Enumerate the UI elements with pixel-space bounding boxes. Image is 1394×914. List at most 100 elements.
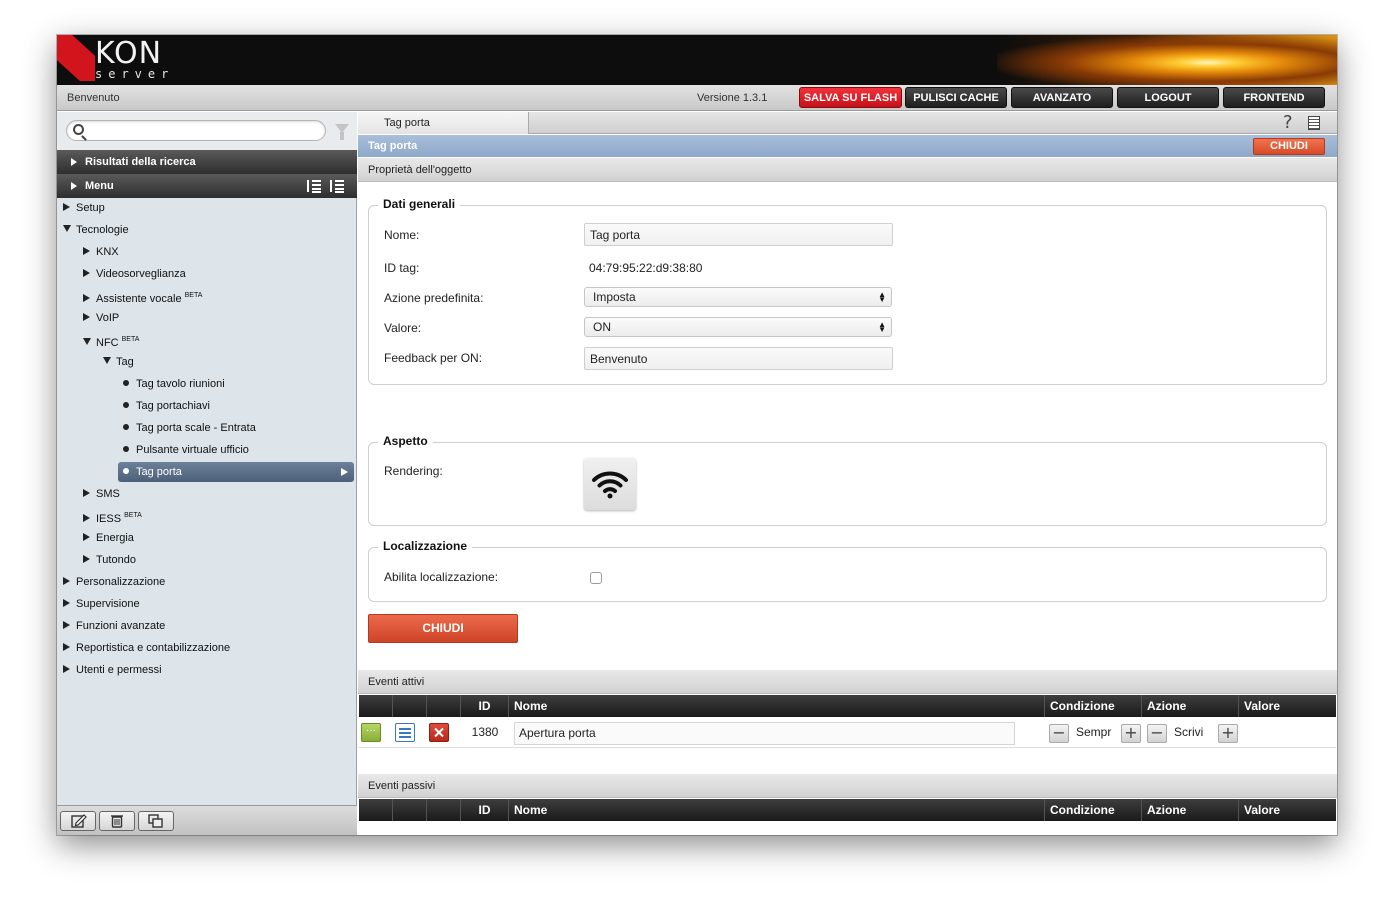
tree-item-funzioni-avanzate[interactable]: Funzioni avanzate bbox=[63, 616, 165, 636]
tab-tag-porta[interactable]: Tag porta bbox=[358, 112, 529, 134]
tree-item-tag-tavolo-riunioni[interactable]: Tag tavolo riunioni bbox=[123, 374, 225, 394]
active-events-header: Eventi attivi bbox=[358, 670, 1337, 694]
rendering-picker[interactable] bbox=[584, 458, 636, 510]
save-flash-button[interactable]: SALVA SU FLASH bbox=[799, 87, 902, 108]
expanded-arrow-icon bbox=[63, 225, 71, 232]
col-azione[interactable]: Azione bbox=[1142, 799, 1239, 821]
logout-button[interactable]: LOGOUT bbox=[1117, 87, 1219, 108]
tree-item-label: KNX bbox=[96, 246, 119, 258]
collapsed-arrow-icon bbox=[83, 533, 90, 541]
tree-item-tutondo[interactable]: Tutondo bbox=[83, 550, 136, 570]
value-select-value: ON bbox=[593, 320, 611, 334]
close-icon bbox=[434, 727, 444, 738]
filter-icon[interactable] bbox=[335, 124, 349, 140]
delete-button[interactable] bbox=[99, 811, 135, 831]
col-id[interactable]: ID bbox=[461, 695, 509, 717]
frontend-button[interactable]: FRONTEND bbox=[1223, 87, 1325, 108]
tree-item-label: Pulsante virtuale ufficio bbox=[136, 444, 249, 456]
selected-arrow-icon bbox=[341, 468, 348, 476]
app-header: KON server bbox=[57, 35, 1337, 85]
tree-item-pulsante-virtuale[interactable]: Pulsante virtuale ufficio bbox=[123, 440, 249, 460]
default-action-select[interactable]: Imposta ▲ ▼ bbox=[584, 287, 892, 307]
menu-header[interactable]: Menu bbox=[57, 174, 357, 198]
tree-item-supervisione[interactable]: Supervisione bbox=[63, 594, 140, 614]
wifi-icon bbox=[592, 471, 628, 499]
close-button-top[interactable]: CHIUDI bbox=[1253, 138, 1325, 155]
col-condizione[interactable]: Condizione bbox=[1045, 799, 1142, 821]
col-nome[interactable]: Nome bbox=[509, 799, 1045, 821]
tree-item-assistente-vocale[interactable]: Assistente vocale BETA bbox=[83, 286, 202, 306]
help-icon[interactable]: ? bbox=[1283, 112, 1293, 133]
document-icon[interactable] bbox=[1308, 116, 1320, 130]
col-id[interactable]: ID bbox=[461, 799, 509, 821]
clear-cache-button[interactable]: PULISCI CACHE bbox=[905, 87, 1007, 108]
bullet-icon bbox=[123, 424, 129, 430]
tree-item-setup[interactable]: Setup bbox=[63, 198, 105, 218]
name-label: Nome: bbox=[384, 228, 420, 242]
list-icon bbox=[399, 728, 411, 738]
tree-item-voip[interactable]: VoIP bbox=[83, 308, 119, 328]
ikon-logo[interactable]: KON server bbox=[57, 35, 197, 85]
col-azione[interactable]: Azione bbox=[1142, 695, 1239, 717]
event-details-button[interactable] bbox=[395, 723, 415, 742]
search-results-header[interactable]: Risultati della ricerca bbox=[57, 150, 357, 174]
event-name-field[interactable]: Apertura porta bbox=[514, 722, 1015, 745]
collapse-all-icon[interactable] bbox=[330, 179, 344, 193]
tree-item-nfc[interactable]: NFC BETA bbox=[83, 330, 139, 350]
condition-plus-button[interactable]: + bbox=[1121, 724, 1141, 743]
col-valore[interactable]: Valore bbox=[1239, 695, 1336, 717]
tree-item-tecnologie[interactable]: Tecnologie bbox=[63, 220, 129, 240]
action-minus-button[interactable]: − bbox=[1147, 724, 1167, 743]
tree-item-utenti-permessi[interactable]: Utenti e permessi bbox=[63, 660, 162, 680]
name-field[interactable]: Tag porta bbox=[584, 223, 893, 246]
condition-minus-button[interactable]: − bbox=[1049, 724, 1069, 743]
tree-item-tag-porta-scale[interactable]: Tag porta scale - Entrata bbox=[123, 418, 256, 438]
expand-all-icon[interactable] bbox=[307, 179, 321, 193]
delete-event-button[interactable] bbox=[429, 723, 449, 742]
feedback-field[interactable]: Benvenuto bbox=[584, 347, 893, 370]
search-results-label: Risultati della ricerca bbox=[85, 156, 196, 168]
duplicate-button[interactable] bbox=[138, 811, 174, 831]
expanded-arrow-icon bbox=[103, 357, 111, 364]
close-button[interactable]: CHIUDI bbox=[368, 614, 518, 643]
advanced-button[interactable]: AVANZATO bbox=[1011, 87, 1113, 108]
collapsed-arrow-icon bbox=[63, 599, 70, 607]
col-blank bbox=[359, 799, 393, 821]
tree-item-tag-portachiavi[interactable]: Tag portachiavi bbox=[123, 396, 210, 416]
tree-item-tag[interactable]: Tag bbox=[103, 352, 134, 372]
tree-item-sms[interactable]: SMS bbox=[83, 484, 120, 504]
col-condizione[interactable]: Condizione bbox=[1045, 695, 1142, 717]
search-input[interactable] bbox=[89, 123, 319, 138]
edit-button[interactable] bbox=[60, 811, 96, 831]
toggle-event-button[interactable]: ··· bbox=[361, 723, 381, 742]
expand-arrow-icon bbox=[71, 158, 77, 166]
action-plus-button[interactable]: + bbox=[1218, 724, 1238, 743]
tree-item-label: Tag porta scale - Entrata bbox=[136, 422, 256, 434]
sidebar: Risultati della ricerca Menu Setup Tecno… bbox=[57, 112, 357, 835]
tree-item-knx[interactable]: KNX bbox=[83, 242, 119, 262]
tree-item-label: IESS bbox=[96, 513, 122, 525]
tree-item-reportistica[interactable]: Reportistica e contabilizzazione bbox=[63, 638, 230, 658]
passive-events-header: Eventi passivi bbox=[358, 774, 1337, 798]
tree-item-videosorveglianza[interactable]: Videosorveglianza bbox=[83, 264, 186, 284]
menu-label: Menu bbox=[85, 180, 114, 192]
col-nome[interactable]: Nome bbox=[509, 695, 1045, 717]
general-data-fieldset: Dati generali Nome: Tag porta ID tag: 04… bbox=[368, 197, 1327, 385]
tree-item-personalizzazione[interactable]: Personalizzazione bbox=[63, 572, 165, 592]
enable-location-checkbox[interactable] bbox=[590, 572, 602, 584]
tree-item-energia[interactable]: Energia bbox=[83, 528, 134, 548]
col-valore[interactable]: Valore bbox=[1239, 799, 1336, 821]
tab-bar: Tag porta ? bbox=[358, 112, 1337, 134]
tree-item-label: Tag bbox=[116, 356, 134, 368]
search-box[interactable] bbox=[66, 120, 326, 141]
tree-item-iess[interactable]: IESS BETA bbox=[83, 506, 142, 526]
tree-item-label: Utenti e permessi bbox=[76, 664, 162, 676]
beta-badge: BETA bbox=[184, 292, 203, 299]
col-blank bbox=[427, 695, 461, 717]
tree-item-label: Tag porta bbox=[136, 466, 182, 478]
tree-item-tag-porta-selected[interactable]: Tag porta bbox=[118, 462, 354, 482]
value-select[interactable]: ON ▲ ▼ bbox=[584, 317, 892, 337]
app-window: KON server Benvenuto Versione 1.3.1 SALV… bbox=[57, 35, 1337, 835]
expanded-arrow-icon bbox=[83, 338, 91, 345]
search-row bbox=[57, 112, 357, 150]
